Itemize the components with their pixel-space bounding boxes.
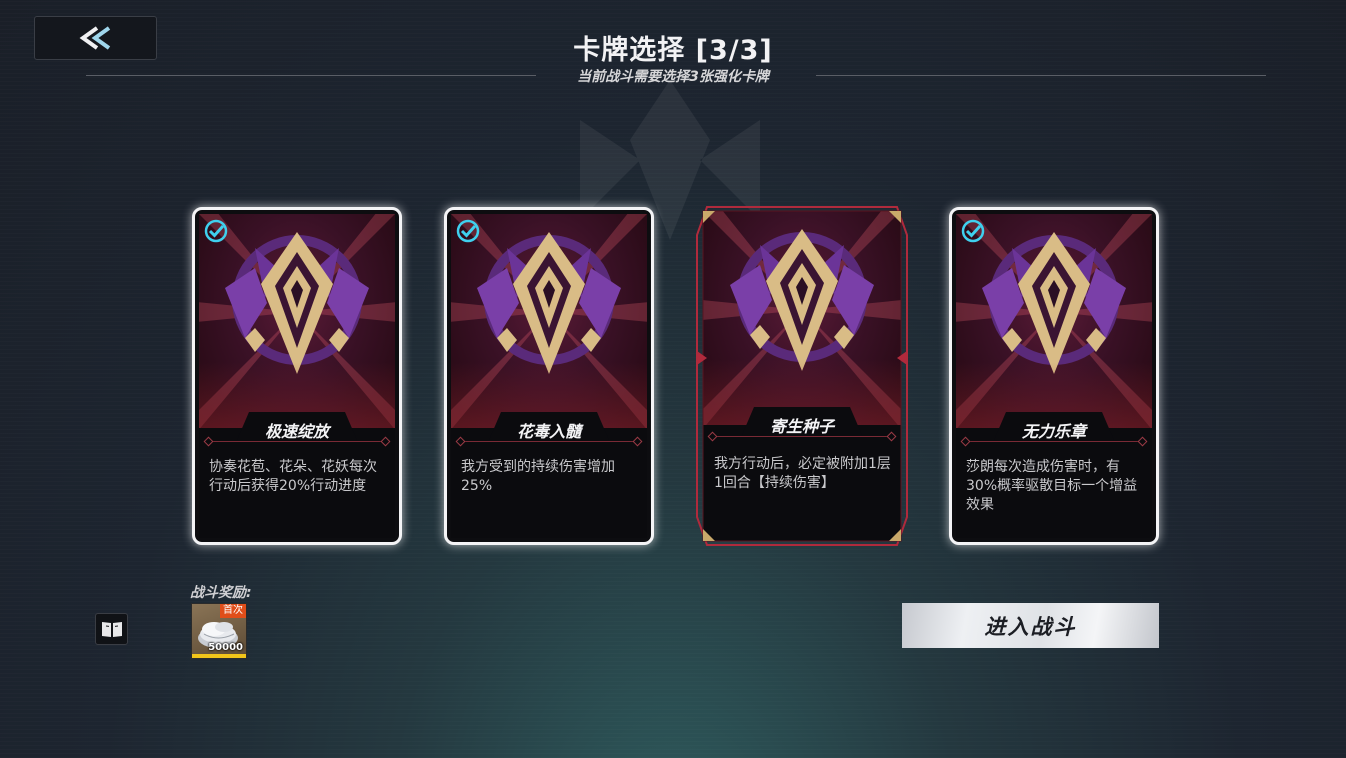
card-2[interactable]: 花毒入髓 我方受到的持续伤害增加25% — [444, 207, 654, 545]
card-description: 我方行动后，必定被附加1层1回合【持续伤害】 — [714, 456, 891, 491]
card-art — [703, 211, 901, 429]
reward-rarity-bar — [192, 654, 246, 658]
codex-button[interactable] — [95, 613, 128, 645]
reward-item[interactable]: 首次 50000 — [191, 603, 247, 659]
first-clear-badge: 首次 — [220, 604, 246, 618]
page-subtitle: 当前战斗需要选择3张强化卡牌 — [577, 69, 769, 85]
card-divider — [209, 441, 385, 442]
enter-battle-button[interactable]: 进入战斗 — [902, 603, 1159, 648]
page-title: 卡牌选择 [3/3] — [573, 35, 773, 66]
card-divider — [713, 436, 891, 437]
checkmark-icon — [961, 219, 985, 243]
reward-label: 战斗奖励: — [190, 585, 252, 601]
card-divider — [461, 441, 637, 442]
card-description: 莎朗每次造成伤害时，有30%概率驱散目标一个增益效果 — [966, 459, 1138, 513]
card-name: 寄生种子 — [769, 417, 834, 436]
card-emblem-icon — [477, 232, 621, 374]
card-divider — [966, 441, 1142, 442]
card-name: 花毒入髓 — [516, 422, 581, 441]
card-name: 无力乐章 — [1021, 422, 1086, 441]
book-icon — [101, 622, 122, 637]
checkmark-icon — [204, 219, 228, 243]
card-emblem-icon — [982, 232, 1126, 374]
card-emblem-icon — [730, 229, 874, 371]
checkmark-icon — [456, 219, 480, 243]
reward-count: 50000 — [208, 642, 243, 653]
card-1[interactable]: 极速绽放 协奏花苞、花朵、花妖每次行动后获得20%行动进度 — [192, 207, 402, 545]
card-description: 我方受到的持续伤害增加25% — [461, 459, 615, 494]
card-art — [199, 214, 395, 432]
card-name: 极速绽放 — [264, 422, 329, 441]
card-emblem-icon — [225, 232, 369, 374]
card-description: 协奏花苞、花朵、花妖每次行动后获得20%行动进度 — [209, 459, 377, 494]
card-3[interactable]: 寄生种子 我方行动后，必定被附加1层1回合【持续伤害】 — [695, 205, 909, 547]
card-art — [956, 214, 1152, 432]
card-art — [451, 214, 647, 432]
card-4[interactable]: 无力乐章 莎朗每次造成伤害时，有30%概率驱散目标一个增益效果 — [949, 207, 1159, 545]
